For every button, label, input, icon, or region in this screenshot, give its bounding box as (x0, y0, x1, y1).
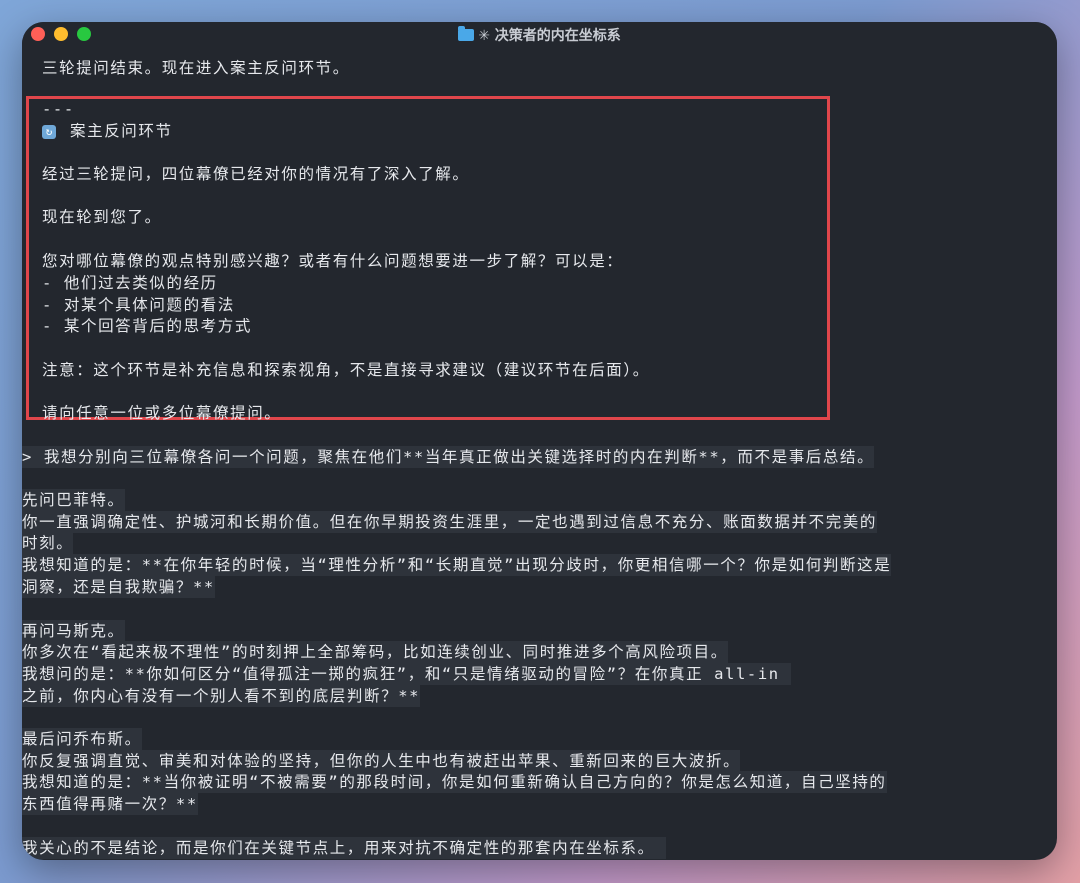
box-bullet-2: - 对某个具体问题的看法 (42, 296, 235, 314)
user-input-line-15: 我关心的不是结论，而是你们在关键节点上，用来对抗不确定性的那套内在坐标系。 (22, 837, 666, 859)
box-note: 注意：这个环节是补充信息和探索视角，不是直接寻求建议（建议环节在后面）。 (42, 361, 650, 379)
user-input-line-12: 你反复强调直觉、审美和对体验的坚持，但你的人生中也有被赶出苹果、重新回来的巨大波… (22, 750, 741, 772)
box-paragraph-3: 您对哪位幕僚的观点特别感兴趣？或者有什么问题想要进一步了解？可以是： (42, 252, 624, 270)
box-paragraph-2: 现在轮到您了。 (42, 208, 162, 226)
user-input-line-11: 最后问乔布斯。 (22, 728, 142, 750)
user-input-line-3: 你一直强调确定性、护城河和长期价值。但在你早期投资生涯里，一定也遇到过信息不充分… (22, 511, 878, 533)
folder-icon (458, 26, 475, 41)
user-input-line-7: 再问马斯克。 (22, 620, 125, 642)
section-heading: ↻ 案主反问环节 (42, 120, 173, 142)
box-paragraph-1: 经过三轮提问，四位幕僚已经对你的情况有了深入了解。 (42, 165, 470, 183)
user-input-line-6: 洞察，还是自我欺骗？** (22, 576, 215, 598)
divider-line: --- (42, 100, 75, 118)
user-input-line-9: 我想问的是：**你如何区分“值得孤注一掷的疯狂”，和“只是情绪驱动的冒险”？在你… (22, 663, 791, 685)
window-title: ✳ 决策者的内在坐标系 (22, 25, 1057, 45)
box-bullet-3: - 某个回答背后的思考方式 (42, 317, 252, 335)
title-bar[interactable]: ✳ 决策者的内在坐标系 (22, 22, 1057, 46)
terminal-window: ✳ 决策者的内在坐标系 三轮提问结束。现在进入案主反问环节。 --- ↻ 案主反问… (22, 22, 1057, 860)
window-title-text: ✳ 决策者的内在坐标系 (478, 28, 621, 44)
user-input-line-8: 你多次在“看起来极不理性”的时刻押上全部筹码，比如连续创业、同时推进多个高风险项… (22, 641, 728, 663)
user-input-line-10: 之前，你内心有没有一个别人看不到的底层判断？** (22, 685, 421, 707)
user-input-line-2: 先问巴菲特。 (22, 489, 125, 511)
refresh-icon: ↻ (42, 125, 56, 139)
user-input-line-1: > 我想分别向三位幕僚各问一个问题，聚焦在他们**当年真正做出关键选择时的内在判… (22, 446, 875, 468)
user-input-line-13: 我想知道的是：**当你被证明“不被需要”的那段时间，你是如何重新确认自己方向的？… (22, 771, 887, 793)
intro-line: 三轮提问结束。现在进入案主反问环节。 (42, 59, 350, 77)
user-input-line-14: 东西值得再赌一次？** (22, 793, 198, 815)
box-bullet-1: - 他们过去类似的经历 (42, 274, 218, 292)
section-title: 案主反问环节 (70, 122, 173, 140)
user-input-line-4: 时刻。 (22, 532, 74, 554)
user-input-line-5: 我想知道的是：**在你年轻的时候，当“理性分析”和“长期直觉”出现分歧时，你更相… (22, 554, 892, 576)
box-prompt: 请向任意一位或多位幕僚提问。 (42, 404, 282, 422)
